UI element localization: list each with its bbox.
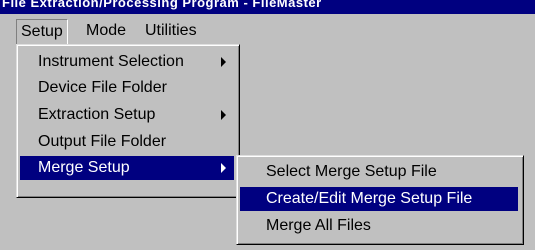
menu-item-device-file-folder[interactable]: Device File Folder xyxy=(20,76,234,100)
submenu-arrow-icon xyxy=(221,163,226,173)
title-bar: File Extraction/Processing Program - Fil… xyxy=(0,0,535,14)
menu-utilities[interactable]: Utilities xyxy=(141,19,201,43)
menu-setup-label: Setup xyxy=(21,23,63,40)
menu-item-output-file-folder[interactable]: Output File Folder xyxy=(20,130,234,154)
menu-item-create-edit-merge-setup-file[interactable]: Create/Edit Merge Setup File xyxy=(240,187,518,211)
menu-item-merge-setup[interactable]: Merge Setup xyxy=(20,156,234,180)
menu-item-label: Output File Folder xyxy=(38,133,167,150)
menu-item-label: Extraction Setup xyxy=(38,106,156,123)
menu-item-label: Select Merge Setup File xyxy=(266,163,437,180)
submenu-arrow-icon xyxy=(221,57,226,67)
menu-item-merge-all-files[interactable]: Merge All Files xyxy=(240,214,518,238)
menu-bar: Setup Mode Utilities xyxy=(0,14,535,46)
merge-setup-submenu: Select Merge Setup File Create/Edit Merg… xyxy=(236,155,524,245)
menu-setup[interactable]: Setup xyxy=(16,19,68,45)
menu-item-select-merge-setup-file[interactable]: Select Merge Setup File xyxy=(240,160,518,184)
menu-item-label: Create/Edit Merge Setup File xyxy=(266,190,473,207)
menu-item-label: Device File Folder xyxy=(38,79,167,96)
menu-item-instrument-selection[interactable]: Instrument Selection xyxy=(20,50,234,74)
menu-item-extraction-setup[interactable]: Extraction Setup xyxy=(20,103,234,127)
menu-item-label: Merge All Files xyxy=(266,217,371,234)
submenu-arrow-icon xyxy=(221,110,226,120)
menu-utilities-label: Utilities xyxy=(145,22,197,39)
menu-mode-label: Mode xyxy=(86,22,127,39)
menu-item-label: Instrument Selection xyxy=(38,53,184,70)
title-bar-text: File Extraction/Processing Program - Fil… xyxy=(2,0,322,10)
menu-item-label: Merge Setup xyxy=(38,159,130,176)
menu-mode[interactable]: Mode xyxy=(82,19,130,43)
setup-dropdown-menu: Instrument Selection Device File Folder … xyxy=(16,44,240,198)
